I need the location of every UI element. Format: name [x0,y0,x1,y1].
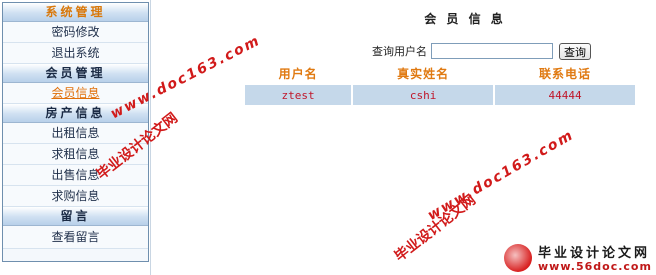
sidebar-item-change-password[interactable]: 密码修改 [3,22,148,43]
logo-text: 毕业设计论文网 [538,246,651,261]
table-header-row: 用户名 真实姓名 联系电话 [245,64,635,83]
cell-realname: cshi [353,85,494,105]
divider [150,0,151,275]
section-header-members: 会员管理 [3,64,148,83]
section-header-system: 系统管理 [3,3,148,22]
sidebar-item-logout[interactable]: 退出系统 [3,43,148,64]
sidebar-item-rent-out[interactable]: 出租信息 [3,123,148,144]
watermark-url: www.doc163.com [425,126,577,224]
cell-phone: 44444 [495,85,635,105]
sidebar-item-member-info[interactable]: 会员信息 [3,83,148,104]
watermark-logo: 毕业设计论文网 www.56doc.com [498,240,656,275]
watermark-site: 毕业设计论文网 [391,192,479,265]
search-bar: 查询用户名 查询 [372,42,591,60]
cell-username: ztest [245,85,352,105]
table-row[interactable]: ztest cshi 44444 [245,85,635,105]
sidebar-item-want-rent[interactable]: 求租信息 [3,144,148,165]
logo-url: www.56doc.com [538,260,652,273]
search-button[interactable]: 查询 [559,42,591,60]
logo-icon [504,244,532,272]
sidebar-item-view-messages[interactable]: 查看留言 [3,226,148,249]
sidebar-item-want-buy[interactable]: 求购信息 [3,186,148,207]
member-table: 用户名 真实姓名 联系电话 ztest cshi 44444 [243,62,637,107]
search-label: 查询用户名 [372,45,427,58]
page-title: 会 员 信 息 [424,12,506,26]
column-header-phone: 联系电话 [539,67,592,81]
sidebar-item-for-sale[interactable]: 出售信息 [3,165,148,186]
section-header-messages: 留言 [3,207,148,226]
section-header-property: 房产信息 [3,104,148,123]
search-input[interactable] [431,43,553,59]
sidebar: 系统管理 密码修改 退出系统 会员管理 会员信息 房产信息 出租信息 求租信息 … [2,2,149,262]
column-header-username: 用户名 [278,67,318,81]
column-header-realname: 真实姓名 [397,67,450,81]
